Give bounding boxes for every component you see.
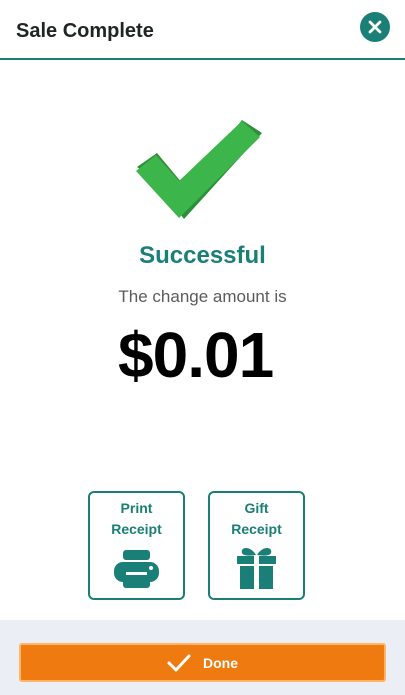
check-icon xyxy=(167,654,191,671)
done-button[interactable]: Done xyxy=(19,643,386,682)
change-amount: $0.01 xyxy=(118,319,274,391)
change-message: The change amount is xyxy=(118,287,287,306)
header: Sale Complete xyxy=(0,0,405,60)
success-checkmark-icon xyxy=(130,115,275,230)
page-title: Sale Complete xyxy=(16,20,154,42)
printer-icon xyxy=(114,550,159,588)
print-receipt-label: Print Receipt xyxy=(111,500,162,537)
gift-receipt-button[interactable]: Gift Receipt xyxy=(208,491,305,600)
done-label: Done xyxy=(203,654,238,671)
status-text: Successful xyxy=(139,242,266,269)
gift-icon xyxy=(237,548,276,589)
close-button[interactable] xyxy=(360,12,390,42)
close-icon xyxy=(368,20,382,34)
gift-receipt-label: Gift Receipt xyxy=(231,500,282,537)
print-receipt-button[interactable]: Print Receipt xyxy=(88,491,185,600)
